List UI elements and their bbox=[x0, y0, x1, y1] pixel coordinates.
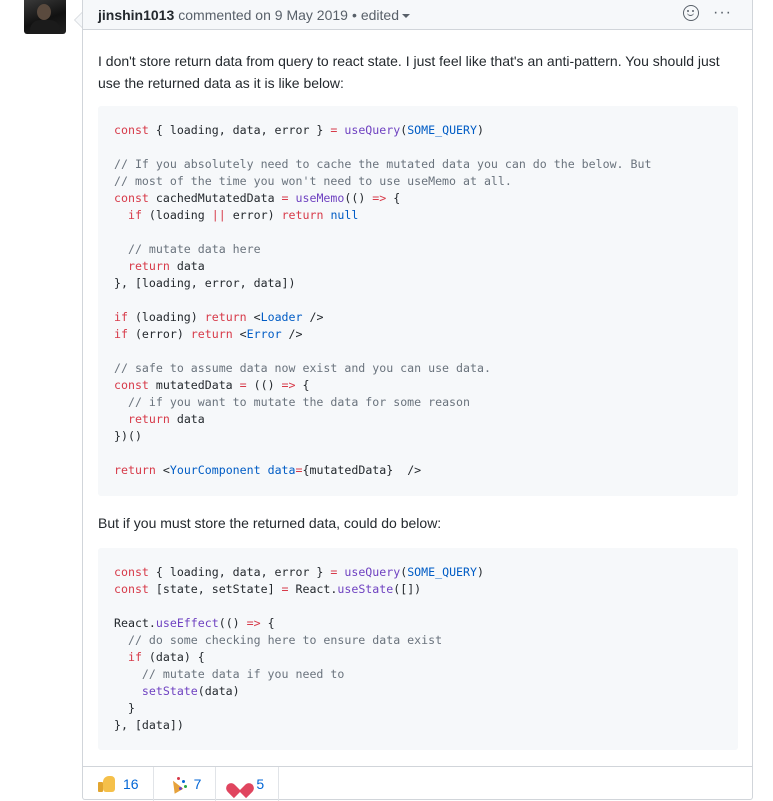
comment-date[interactable]: 9 May 2019 bbox=[275, 7, 348, 23]
heart-icon bbox=[231, 776, 249, 792]
comment-paragraph-2: But if you must store the returned data,… bbox=[98, 515, 442, 531]
reaction-heart[interactable]: 5 bbox=[216, 766, 280, 801]
comment-header: jinshin1013 commented on 9 May 2019 • ed… bbox=[83, 0, 752, 30]
reactions-bar: 16 7 5 bbox=[83, 766, 752, 801]
separator-dot: • bbox=[351, 6, 357, 23]
author-avatar[interactable] bbox=[24, 0, 66, 34]
code-block-1: const { loading, data, error } = useQuer… bbox=[98, 106, 738, 496]
header-actions: ··· bbox=[683, 5, 732, 21]
tada-icon bbox=[169, 776, 187, 792]
reaction-tada[interactable]: 7 bbox=[154, 766, 217, 801]
comment-pointer bbox=[74, 12, 82, 28]
reaction-count: 5 bbox=[256, 775, 265, 792]
reaction-count: 16 bbox=[123, 775, 139, 792]
avatar-head bbox=[37, 4, 51, 20]
reaction-thumbs-up[interactable]: 16 bbox=[83, 766, 154, 801]
comment-action-text: commented on bbox=[178, 6, 271, 23]
author-link[interactable]: jinshin1013 bbox=[98, 7, 174, 23]
avatar-body bbox=[30, 20, 60, 34]
chevron-down-icon bbox=[402, 13, 410, 18]
smiley-icon[interactable] bbox=[683, 5, 700, 21]
edited-label: edited bbox=[360, 6, 399, 23]
edited-dropdown[interactable]: edited bbox=[361, 7, 410, 23]
reaction-count: 7 bbox=[193, 775, 202, 792]
comment-paragraph-1: I don't store return data from query to … bbox=[98, 53, 720, 91]
code-block-2: const { loading, data, error } = useQuer… bbox=[98, 548, 738, 750]
thumbs-up-icon bbox=[98, 775, 116, 792]
kebab-horizontal-icon[interactable]: ··· bbox=[713, 5, 732, 21]
comment-box: jinshin1013 commented on 9 May 2019 • ed… bbox=[82, 0, 753, 801]
